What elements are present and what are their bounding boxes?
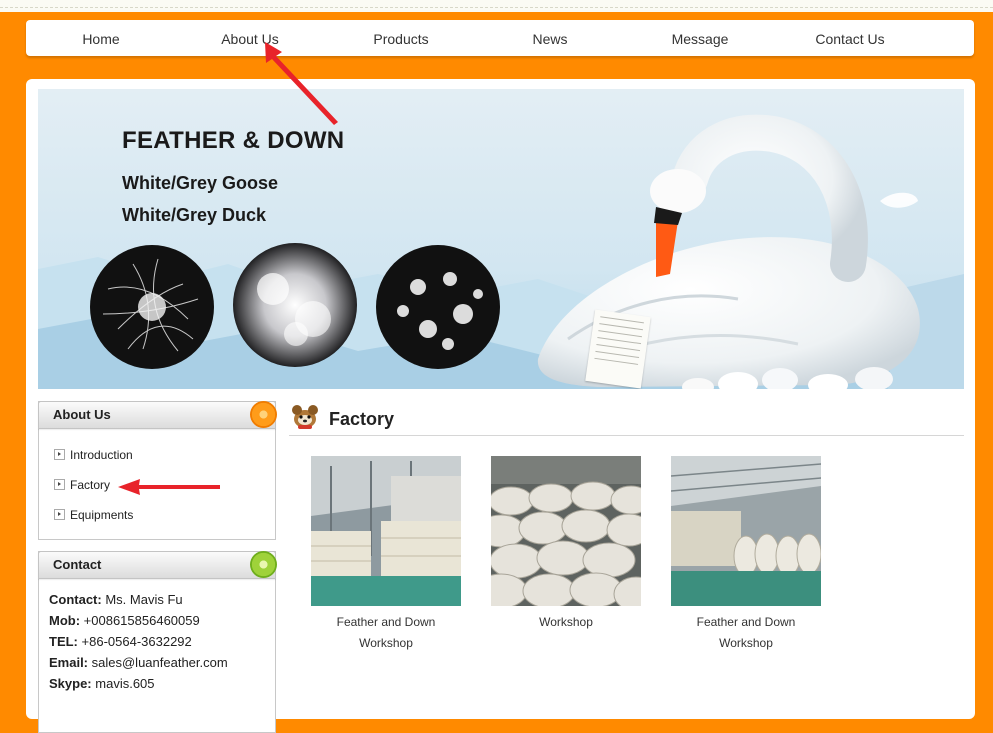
contact-label: TEL: [49, 634, 78, 649]
arrow-right-icon [54, 449, 65, 460]
section-divider [289, 435, 964, 436]
lime-slice-icon [250, 551, 277, 578]
contact-box: Contact Contact: Ms. Mavis Fu Mob: +0086… [38, 551, 277, 733]
gallery-caption-3[interactable]: Feather and Down Workshop [651, 612, 841, 654]
caption-line: Feather and Down [336, 615, 436, 629]
nav-contact-us[interactable]: Contact Us [808, 20, 892, 56]
caption-line: Workshop [359, 636, 413, 650]
contact-row-email: Email: sales@luanfeather.com [49, 655, 228, 670]
plush-toy-icon [292, 405, 318, 429]
contact-label: Mob: [49, 613, 81, 628]
about-us-title: About Us [53, 407, 111, 422]
banner-subtitle-duck: White/Grey Duck [122, 205, 267, 225]
menu-item-label: Equipments [70, 508, 134, 522]
gallery-caption-2[interactable]: Workshop [471, 612, 661, 633]
caption-line: Feather and Down [696, 615, 796, 629]
contact-label: Skype: [49, 676, 92, 691]
menu-item-label: Introduction [70, 448, 133, 462]
certificate-card [585, 309, 651, 389]
gallery-photo-workshop[interactable] [491, 456, 641, 606]
nav-products[interactable]: Products [362, 20, 440, 56]
caption-line: Workshop [719, 636, 773, 650]
contact-value: sales@luanfeather.com [91, 655, 228, 670]
about-us-header: About Us [38, 401, 277, 429]
contact-value: mavis.605 [95, 676, 155, 691]
contact-header: Contact [38, 551, 277, 579]
nav-about-us[interactable]: About Us [212, 20, 288, 56]
gallery-photo-feather-down-workshop-1[interactable] [311, 456, 461, 606]
orange-slice-icon [250, 401, 277, 428]
about-us-box: About Us Introduction Factory Equipments [38, 401, 277, 540]
contact-value: +86-0564-3632292 [81, 634, 192, 649]
banner-title: FEATHER & DOWN [122, 127, 345, 154]
contact-value: Ms. Mavis Fu [105, 592, 183, 607]
menu-item-label: Factory [70, 478, 111, 492]
menu-item-equipments[interactable]: Equipments [54, 508, 133, 522]
nav-message[interactable]: Message [662, 20, 738, 56]
banner: FEATHER & DOWN White/Grey Goose White/Gr… [38, 89, 964, 389]
top-strip [0, 0, 993, 12]
nav-news[interactable]: News [520, 20, 580, 56]
arrow-right-icon [54, 479, 65, 490]
menu-item-factory[interactable]: Factory [54, 478, 110, 492]
contact-label: Contact: [49, 592, 102, 607]
gallery-photo-feather-down-workshop-2[interactable] [671, 456, 821, 606]
contact-row-tel: TEL: +86-0564-3632292 [49, 634, 192, 649]
caption-line: Workshop [539, 615, 593, 629]
contact-row-skype: Skype: mavis.605 [49, 676, 155, 691]
menu-item-introduction[interactable]: Introduction [54, 448, 133, 462]
contact-row-name: Contact: Ms. Mavis Fu [49, 592, 183, 607]
arrow-right-icon [54, 509, 65, 520]
nav-home[interactable]: Home [66, 20, 136, 56]
contact-value: +008615856460059 [83, 613, 200, 628]
main-nav: Home About Us Products News Message Cont… [26, 20, 974, 56]
gallery-caption-1[interactable]: Feather and Down Workshop [291, 612, 481, 654]
contact-row-mobile: Mob: +008615856460059 [49, 613, 200, 628]
banner-subtitle-goose: White/Grey Goose [122, 173, 279, 193]
section-title: Factory [329, 409, 395, 429]
contact-title: Contact [53, 557, 102, 572]
content-panel: FEATHER & DOWN White/Grey Goose White/Gr… [26, 79, 975, 733]
contact-label: Email: [49, 655, 89, 670]
